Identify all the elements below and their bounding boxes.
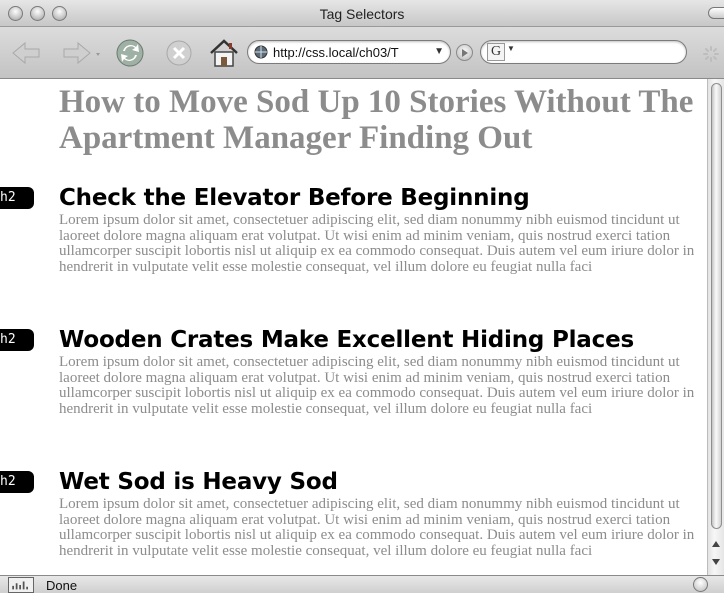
scroll-down-icon[interactable] bbox=[708, 554, 724, 570]
reload-icon bbox=[116, 39, 144, 67]
home-button[interactable] bbox=[206, 37, 242, 69]
browser-toolbar: http://css.local/ch03/T ▼ G ▼ bbox=[0, 27, 724, 79]
search-engine-dropdown-icon[interactable]: ▼ bbox=[507, 44, 515, 53]
security-icon[interactable] bbox=[693, 577, 708, 592]
spinner-icon bbox=[703, 46, 719, 62]
search-input[interactable]: G ▼ bbox=[480, 40, 687, 64]
window-titlebar: Tag Selectors bbox=[0, 0, 724, 27]
toolbar-toggle-button[interactable] bbox=[708, 7, 724, 19]
window-title: Tag Selectors bbox=[319, 6, 405, 22]
tag-label: h2 bbox=[0, 471, 34, 493]
section-body: Lorem ipsum dolor sit amet, consectetuer… bbox=[59, 496, 695, 559]
go-icon[interactable] bbox=[456, 44, 473, 61]
stop-button[interactable] bbox=[163, 37, 195, 69]
status-text: Done bbox=[46, 578, 78, 593]
section-heading: Wet Sod is Heavy Sod bbox=[59, 469, 338, 495]
home-icon bbox=[210, 39, 238, 67]
tag-label: h2 bbox=[0, 329, 34, 351]
google-icon[interactable]: G bbox=[487, 43, 505, 61]
status-icon[interactable] bbox=[8, 577, 34, 593]
section-body: Lorem ipsum dolor sit amet, consectetuer… bbox=[59, 212, 695, 275]
globe-icon bbox=[254, 45, 268, 59]
forward-icon bbox=[63, 41, 100, 65]
page-title: How to Move Sod Up 10 Stories Without Th… bbox=[59, 84, 694, 156]
url-dropdown-icon[interactable]: ▼ bbox=[434, 46, 444, 57]
section-heading: Check the Elevator Before Beginning bbox=[59, 185, 530, 211]
scroll-up-icon[interactable] bbox=[708, 536, 724, 552]
section-body: Lorem ipsum dolor sit amet, consectetuer… bbox=[59, 354, 695, 417]
vertical-scrollbar[interactable] bbox=[707, 79, 724, 575]
forward-button[interactable] bbox=[60, 37, 106, 69]
reload-button[interactable] bbox=[113, 37, 147, 69]
tag-label: h2 bbox=[0, 187, 34, 209]
stop-icon bbox=[166, 40, 192, 66]
url-text[interactable]: http://css.local/ch03/T bbox=[273, 45, 433, 60]
back-icon bbox=[12, 41, 40, 65]
status-bar: Done bbox=[0, 575, 724, 593]
address-bar[interactable]: http://css.local/ch03/T ▼ bbox=[247, 40, 451, 64]
scrollbar-thumb[interactable] bbox=[711, 83, 722, 529]
page-viewport: How to Move Sod Up 10 Stories Without Th… bbox=[0, 79, 707, 575]
section-heading: Wooden Crates Make Excellent Hiding Plac… bbox=[59, 327, 634, 353]
back-button[interactable] bbox=[10, 37, 42, 69]
